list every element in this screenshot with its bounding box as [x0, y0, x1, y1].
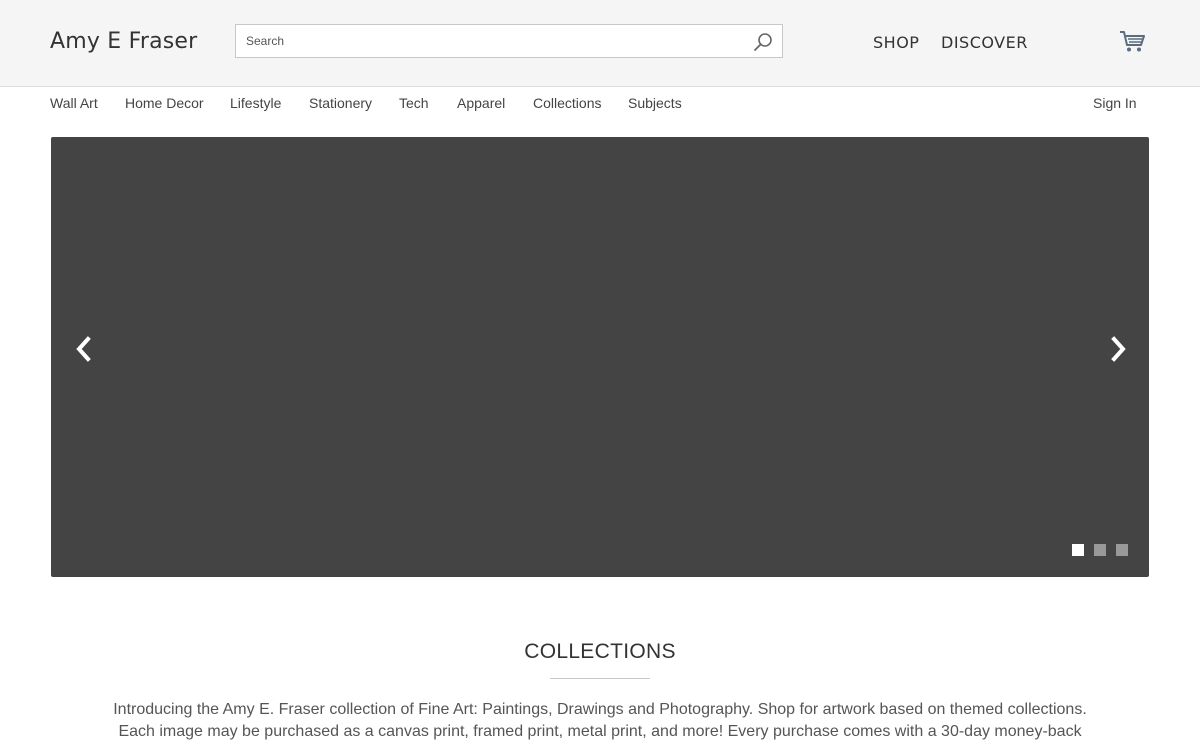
sign-in-link[interactable]: Sign In: [1093, 95, 1137, 111]
brand-logo[interactable]: Amy E Fraser: [50, 29, 197, 54]
nav-discover[interactable]: DISCOVER: [941, 33, 1028, 52]
subnav-wall-art[interactable]: Wall Art: [50, 95, 98, 111]
carousel-dot-3[interactable]: [1116, 544, 1128, 556]
collections-heading: COLLECTIONS: [524, 640, 676, 663]
subnav-tech[interactable]: Tech: [399, 95, 429, 111]
subnav-apparel[interactable]: Apparel: [457, 95, 505, 111]
hero-carousel: [51, 137, 1149, 577]
chevron-left-icon[interactable]: [71, 334, 97, 364]
category-nav: Wall Art Home Decor Lifestyle Stationery…: [0, 87, 1200, 119]
subnav-collections[interactable]: Collections: [533, 95, 601, 111]
search-icon[interactable]: [752, 31, 774, 53]
nav-shop[interactable]: SHOP: [873, 33, 919, 52]
subnav-stationery[interactable]: Stationery: [309, 95, 372, 111]
carousel-dot-1[interactable]: [1072, 544, 1084, 556]
collections-description: Introducing the Amy E. Fraser collection…: [113, 701, 1087, 740]
carousel-dot-2[interactable]: [1094, 544, 1106, 556]
search-box: [235, 24, 783, 58]
heading-divider: [550, 678, 650, 679]
subnav-lifestyle[interactable]: Lifestyle: [230, 95, 281, 111]
subnav-home-decor[interactable]: Home Decor: [125, 95, 204, 111]
subnav-subjects[interactable]: Subjects: [628, 95, 682, 111]
site-header: Amy E Fraser SHOP DISCOVER: [0, 0, 1200, 87]
chevron-right-icon[interactable]: [1105, 334, 1131, 364]
search-input[interactable]: [236, 25, 736, 57]
cart-icon[interactable]: [1118, 28, 1146, 54]
